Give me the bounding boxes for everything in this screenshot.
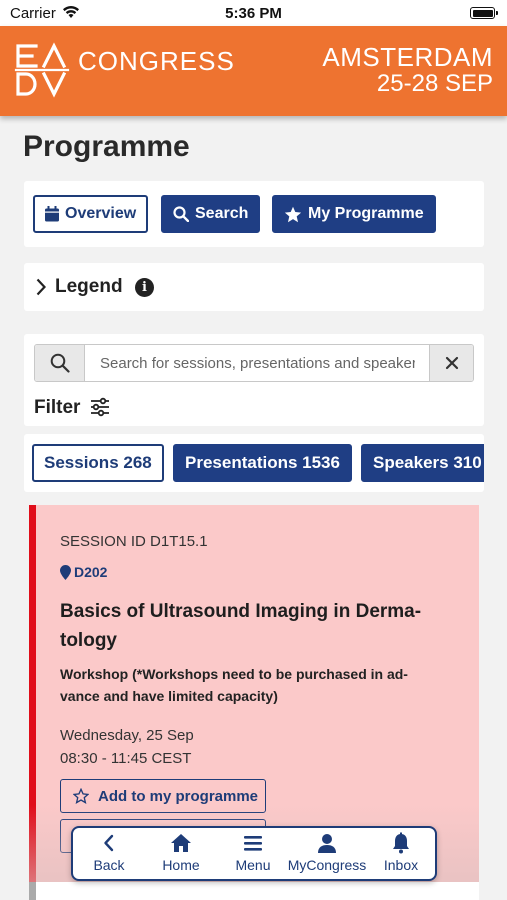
nav-mycongress-label: MyCongress [287, 857, 367, 873]
nav-menu[interactable]: Menu [225, 832, 281, 878]
overview-button[interactable]: Overview [33, 195, 149, 233]
legend-label: Legend [55, 276, 123, 297]
my-programme-button[interactable]: My Programme [272, 195, 436, 233]
clear-search-button[interactable] [429, 345, 473, 381]
next-session-card[interactable] [29, 882, 479, 900]
eadv-logo [14, 42, 70, 98]
session-date: Wednesday, 25 Sep [60, 727, 194, 744]
menu-icon [244, 836, 262, 851]
tab-sessions[interactable]: Sessions 268 [32, 444, 164, 482]
search-button[interactable]: Search [161, 195, 261, 233]
close-icon [445, 356, 458, 370]
banner-title: CONGRESS [78, 46, 235, 76]
user-icon [318, 834, 336, 853]
tab-presentations[interactable]: Presentations 1536 [173, 444, 352, 482]
home-icon [171, 834, 191, 852]
banner-city: AMSTERDAM [322, 42, 493, 72]
search-submit-button[interactable] [35, 345, 85, 381]
filter-toggle[interactable]: Filter [34, 397, 80, 419]
nav-home-label: Home [162, 857, 200, 873]
session-room-label: D202 [74, 564, 108, 580]
calendar-icon [45, 206, 59, 222]
overview-label: Overview [65, 205, 137, 222]
add-to-programme-label: Add to my programme [98, 787, 259, 805]
bell-icon [393, 832, 409, 854]
star-icon [284, 206, 302, 222]
nav-menu-label: Menu [235, 857, 271, 873]
session-type: Workshop (*Workshops need to be purchase… [60, 666, 408, 704]
nav-back[interactable]: Back [83, 832, 135, 878]
battery-icon [470, 7, 498, 19]
session-id: SESSION ID D1T15.1 [60, 533, 208, 550]
chevron-left-icon [104, 834, 114, 852]
search-icon [173, 206, 189, 222]
search-icon [50, 353, 70, 373]
search-input[interactable] [86, 345, 429, 381]
status-bar: Carrier 5:36 PM [0, 0, 507, 26]
search-panel: Filter [24, 334, 484, 426]
results-tabs: Sessions 268 Presentations 1536 Speakers… [24, 434, 484, 492]
search-box [34, 344, 474, 382]
star-outline-icon [73, 788, 89, 804]
my-programme-label: My Programme [308, 205, 424, 222]
nav-mycongress[interactable]: MyCongress [287, 832, 367, 878]
session-title[interactable]: Basics of Ultrasound Imaging in Derma-to… [60, 597, 460, 655]
tab-speakers[interactable]: Speakers 310 [361, 444, 484, 482]
banner-dates: 25-28 SEP [376, 70, 493, 97]
clock: 5:36 PM [225, 5, 282, 22]
bottom-nav: Back Home Menu MyCongress Inbox [71, 826, 437, 881]
nav-inbox-label: Inbox [383, 857, 419, 873]
info-icon[interactable]: i [135, 278, 154, 297]
page-title: Programme [23, 130, 190, 163]
nav-home[interactable]: Home [153, 832, 209, 878]
session-room: D202 [60, 564, 107, 580]
filter-sliders-icon[interactable] [90, 397, 110, 417]
chevron-right-icon [36, 278, 46, 296]
session-time: 08:30 - 11:45 CEST [60, 750, 192, 767]
congress-banner: CONGRESS AMSTERDAM 25-28 SEP [0, 26, 507, 116]
legend-toggle[interactable]: Legend i [24, 263, 484, 311]
nav-back-label: Back [93, 857, 125, 873]
programme-nav: Overview Search My Programme [24, 181, 484, 247]
location-pin-icon [60, 564, 71, 580]
search-label: Search [195, 205, 249, 222]
nav-inbox[interactable]: Inbox [375, 832, 427, 878]
